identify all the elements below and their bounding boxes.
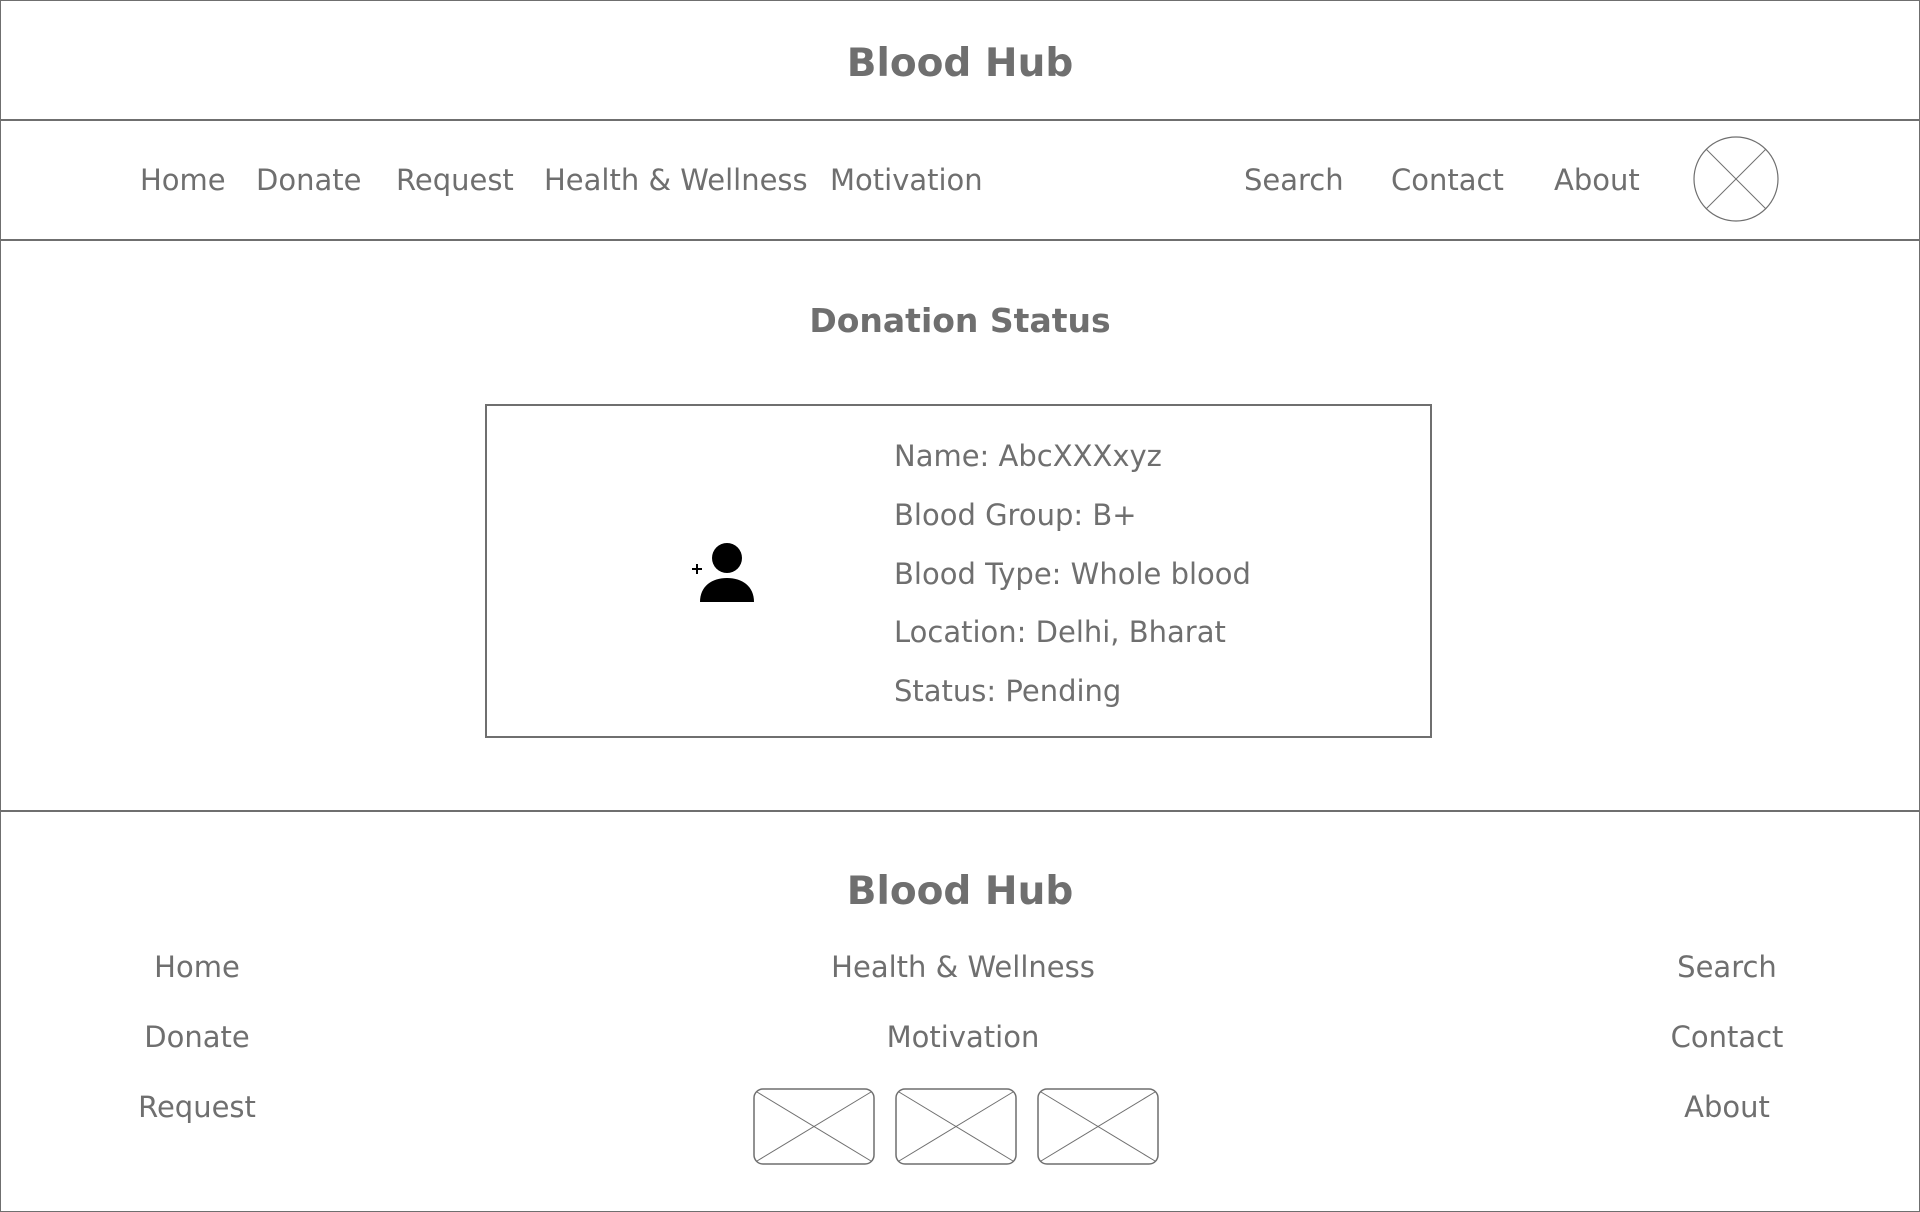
footer-link-contact[interactable]: Contact (1671, 1023, 1784, 1052)
donation-status: Status: Pending (894, 674, 1122, 708)
nav-home[interactable]: Home (140, 166, 226, 195)
nav-about[interactable]: About (1554, 166, 1640, 195)
footer-brand[interactable]: Blood Hub (0, 872, 1920, 911)
avatar-placeholder-icon[interactable] (1693, 136, 1779, 222)
footer-link-search[interactable]: Search (1677, 953, 1777, 982)
nav-donate[interactable]: Donate (256, 166, 361, 195)
donor-name: Name: AbcXXXxyz (894, 439, 1162, 473)
social-placeholder-icon[interactable] (1037, 1088, 1159, 1165)
header-divider (0, 119, 1920, 121)
donor-location: Location: Delhi, Bharat (894, 615, 1226, 649)
footer-link-home[interactable]: Home (154, 953, 240, 982)
footer-link-motivation[interactable]: Motivation (887, 1023, 1040, 1052)
footer-link-request[interactable]: Request (138, 1093, 256, 1122)
nav-search[interactable]: Search (1244, 166, 1344, 195)
donor-blood-type: Blood Type: Whole blood (894, 557, 1251, 591)
footer-link-about[interactable]: About (1684, 1093, 1770, 1122)
donor-blood-group: Blood Group: B+ (894, 498, 1137, 532)
nav-divider (0, 239, 1920, 241)
footer-divider (0, 810, 1920, 812)
add-person-icon (692, 543, 754, 602)
page-title: Donation Status (809, 301, 1111, 340)
footer-link-health-wellness[interactable]: Health & Wellness (831, 953, 1095, 982)
nav-health-wellness[interactable]: Health & Wellness (544, 166, 808, 195)
social-placeholder-icon[interactable] (753, 1088, 875, 1165)
footer-link-donate[interactable]: Donate (144, 1023, 249, 1052)
site-brand[interactable]: Blood Hub (0, 44, 1920, 83)
social-placeholder-icon[interactable] (895, 1088, 1017, 1165)
nav-motivation[interactable]: Motivation (830, 166, 983, 195)
nav-request[interactable]: Request (396, 166, 514, 195)
nav-contact[interactable]: Contact (1391, 166, 1504, 195)
